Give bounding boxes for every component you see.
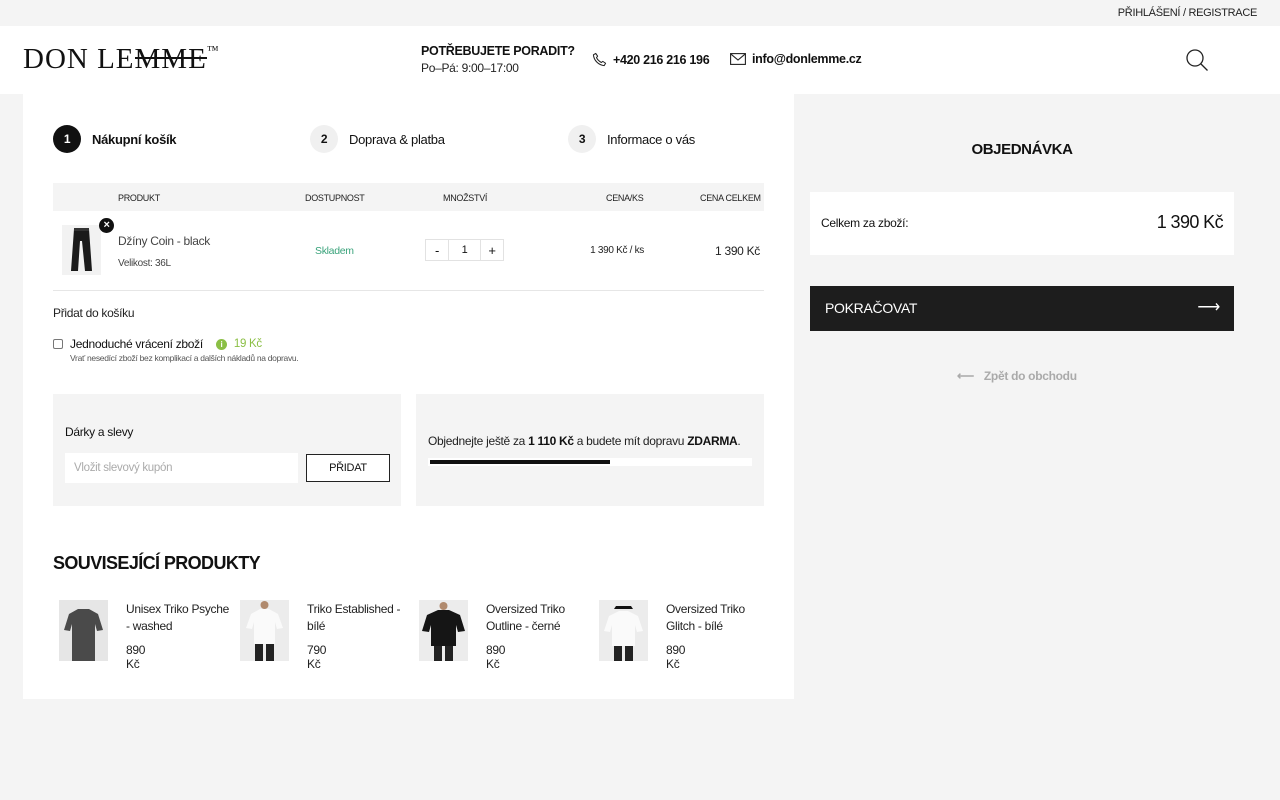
email-address: info@donlemme.cz — [752, 52, 862, 66]
easy-return-option: Jednoduché vrácení zboží i 19 Kč — [53, 337, 262, 351]
free-shipping-free: ZDARMA — [687, 434, 738, 448]
phone-contact[interactable]: +420 216 216 196 — [592, 52, 710, 67]
tshirt-black-image — [419, 600, 468, 661]
apply-coupon-button[interactable]: PŘIDAT — [306, 454, 390, 482]
product-image[interactable] — [62, 225, 101, 275]
related-product-image[interactable] — [240, 600, 289, 661]
step-shipping[interactable]: 2 Doprava & platba — [310, 125, 445, 153]
arrow-left-icon: ⟵ — [957, 369, 974, 383]
order-summary-title: OBJEDNÁVKA — [971, 141, 1073, 158]
step-cart[interactable]: 1 Nákupní košík — [53, 125, 177, 153]
search-button[interactable] — [1185, 48, 1209, 75]
related-product-image[interactable] — [419, 600, 468, 661]
arrow-right-icon: ⟶ — [1197, 299, 1220, 316]
availability-status: Skladem — [315, 245, 354, 257]
site-header: DON LEMME™ POTŘEBUJETE PORADIT? Po–Pá: 9… — [0, 26, 1280, 94]
free-shipping-post: . — [737, 434, 741, 448]
search-icon — [1186, 49, 1208, 71]
cart-panel: 1 Nákupní košík 2 Doprava & platba 3 Inf… — [23, 94, 794, 699]
related-product-price: 890 Kč — [666, 643, 686, 671]
continue-label: POKRAČOVAT — [825, 300, 918, 316]
login-link[interactable]: PŘIHLÁŠENÍ — [1118, 7, 1181, 19]
quantity-stepper: - 1 + — [425, 239, 504, 261]
tshirt-white-image — [240, 600, 289, 661]
continue-button[interactable]: POKRAČOVAT ⟶ — [810, 286, 1234, 331]
account-links: PŘIHLÁŠENÍ / REGISTRACE — [1118, 7, 1258, 19]
col-quantity: MNOŽSTVÍ — [443, 193, 488, 203]
discount-title: Dárky a slevy — [65, 425, 134, 439]
order-summary-box: Celkem za zboží: 1 390 Kč — [810, 192, 1234, 255]
cart-row: × Džíny Coin - black Velikost: 36L Sklad… — [53, 211, 764, 291]
related-product-name: Unisex Triko Psyche - washed — [126, 602, 230, 633]
free-shipping-mid: a budete mít dopravu — [573, 434, 688, 448]
free-shipping-progress-fill — [430, 460, 610, 464]
goods-total-value: 1 390 Kč — [1156, 212, 1224, 232]
related-product-name: Triko Established - bílé — [307, 602, 401, 633]
col-availability: DOSTUPNOST — [305, 193, 365, 203]
increase-quantity-button[interactable]: + — [480, 239, 504, 261]
product-size: Velikost: 36L — [118, 258, 171, 269]
discount-box: Dárky a slevy Vložit slevový kupón PŘIDA… — [53, 394, 401, 506]
product-name[interactable]: Džíny Coin - black — [118, 234, 210, 248]
col-product: PRODUKT — [118, 193, 160, 203]
mail-icon — [730, 53, 746, 65]
easy-return-price: 19 Kč — [233, 338, 262, 350]
tshirt-washed-image — [59, 600, 108, 661]
easy-return-checkbox[interactable] — [53, 339, 63, 349]
phone-icon — [592, 52, 607, 67]
quantity-input[interactable]: 1 — [449, 239, 480, 261]
register-link[interactable]: REGISTRACE — [1188, 7, 1257, 19]
free-shipping-pre: Objednejte ještě za — [428, 434, 529, 448]
col-total: CENA CELKEM — [700, 193, 761, 203]
related-product-price: 790 Kč — [307, 643, 327, 671]
top-bar: PŘIHLÁŠENÍ / REGISTRACE — [0, 0, 1280, 26]
tshirt-glitch-image — [599, 600, 648, 661]
goods-total-label: Celkem za zboží: — [821, 216, 909, 230]
cart-table-header: PRODUKT DOSTUPNOST MNOŽSTVÍ CENA/KS CENA… — [53, 183, 764, 211]
related-product-price: 890 Kč — [486, 643, 506, 671]
free-shipping-progress — [428, 458, 752, 466]
step-label: Doprava & platba — [349, 131, 445, 147]
logo-text-b: MME — [134, 43, 207, 75]
easy-return-label[interactable]: Jednoduché vrácení zboží — [70, 337, 203, 351]
coupon-input[interactable]: Vložit slevový kupón — [65, 453, 298, 483]
row-total: 1 390 Kč — [715, 244, 760, 258]
step-number: 1 — [53, 125, 81, 153]
advice-hours: Po–Pá: 9:00–17:00 — [421, 61, 519, 75]
step-label: Nákupní košík — [92, 131, 177, 147]
free-shipping-amount: 1 110 Kč — [528, 434, 574, 448]
step-label: Informace o vás — [607, 131, 695, 147]
back-to-shop-label: Zpět do obchodu — [983, 369, 1077, 383]
free-shipping-box: Objednejte ještě za 1 110 Kč a budete mí… — [416, 394, 764, 506]
easy-return-description: Vrať nesedící zboží bez komplikací a dal… — [70, 353, 299, 363]
decrease-quantity-button[interactable]: - — [425, 239, 449, 261]
col-unit-price: CENA/KS — [606, 193, 644, 203]
logo-text-a: DON LE — [23, 43, 135, 75]
jeans-image — [71, 228, 92, 271]
related-product-price: 890 Kč — [126, 643, 146, 671]
related-product-image[interactable] — [59, 600, 108, 661]
related-product-name: Oversized Triko Glitch - bílé — [666, 602, 745, 633]
addons-title: Přidat do košíku — [53, 306, 135, 320]
info-icon[interactable]: i — [215, 338, 227, 350]
site-logo[interactable]: DON LEMME™ — [23, 43, 220, 76]
advice-title: POTŘEBUJETE PORADIT? — [421, 44, 575, 58]
related-product-name: Oversized Triko Outline - černé — [486, 602, 565, 633]
email-contact[interactable]: info@donlemme.cz — [730, 52, 862, 66]
back-to-shop-link[interactable]: ⟵ Zpět do obchodu — [957, 369, 1077, 383]
related-product-image[interactable] — [599, 600, 648, 661]
advice-block: POTŘEBUJETE PORADIT? Po–Pá: 9:00–17:00 — [421, 44, 575, 75]
step-info[interactable]: 3 Informace o vás — [568, 125, 695, 153]
step-number: 2 — [310, 125, 338, 153]
logo-tm: ™ — [206, 43, 220, 57]
unit-price: 1 390 Kč / ks — [590, 245, 644, 256]
phone-number: +420 216 216 196 — [613, 52, 710, 67]
account-links-separator: / — [1182, 7, 1186, 19]
free-shipping-text: Objednejte ještě za 1 110 Kč a budete mí… — [428, 434, 741, 448]
step-number: 3 — [568, 125, 596, 153]
related-products-title: SOUVISEJÍCÍ PRODUKTY — [53, 553, 261, 573]
remove-item-button[interactable]: × — [99, 218, 114, 233]
